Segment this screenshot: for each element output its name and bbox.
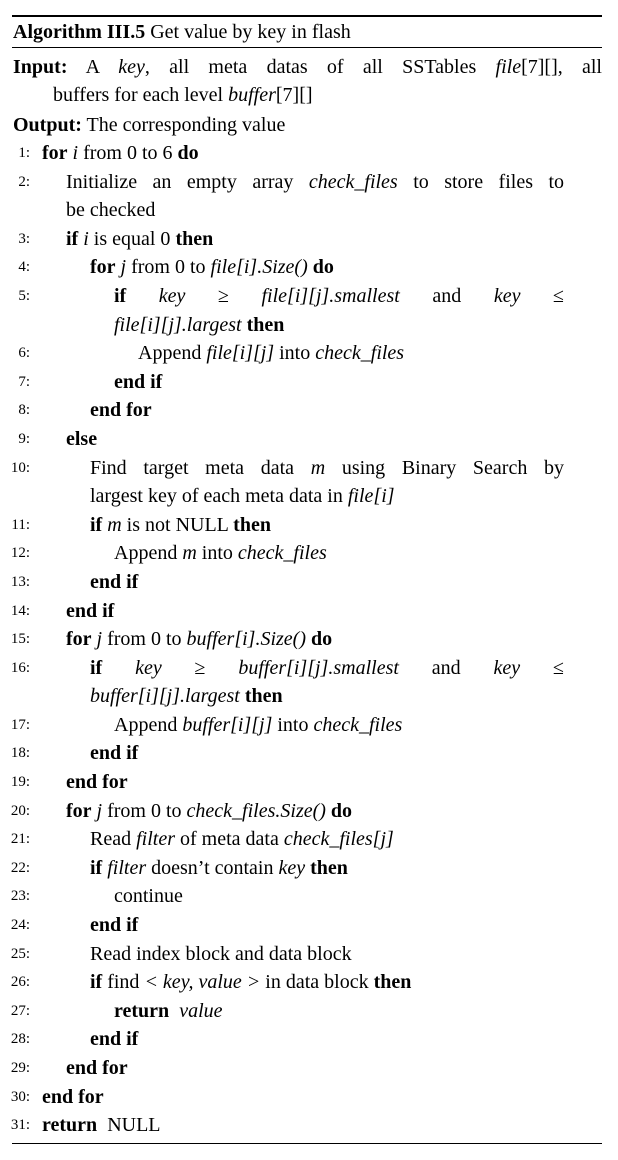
algorithm-label: Algorithm III.5 — [13, 21, 146, 43]
title-rule — [12, 47, 602, 48]
bottom-rule — [12, 1143, 602, 1144]
line-4: 4: for j from 0 to file[i].Size() do — [18, 256, 334, 279]
line-8: 8: end for — [18, 399, 152, 422]
line-24: 24: end if — [10, 914, 139, 937]
line-30: 30: end for — [10, 1085, 104, 1108]
line-27: 27: return value — [10, 999, 223, 1022]
line-10: 10: Find target meta data m using Binary … — [10, 456, 565, 508]
line-15: 15: for j from 0 to buffer[i].Size() do — [10, 628, 333, 651]
input-spec: Input: A key, all meta datas of all SSTa… — [13, 56, 602, 106]
line-12: 12: Append m into check_files — [10, 542, 327, 565]
line-3: 3: if i is equal 0 then — [18, 227, 214, 250]
line-21: 21: Read filter of meta data check_files[… — [10, 828, 394, 851]
line-19: 19: end for — [10, 771, 128, 794]
line-25: 25: Read index block and data block — [10, 942, 352, 965]
line-13: 13: end if — [10, 570, 139, 593]
output-spec: Output: The corresponding value — [13, 114, 286, 136]
line-7: 7: end if — [18, 370, 163, 393]
line-5: 5: if key ≥ file[i][j].smallest and key ≤… — [18, 284, 564, 336]
line-26: 26: if find < key, value > in data block … — [10, 971, 412, 994]
algorithm-name: Get value by key in flash — [150, 21, 351, 43]
line-14: 14: end if — [10, 599, 115, 622]
line-28: 28: end if — [10, 1028, 139, 1051]
line-11: 11: if m is not NULL then — [11, 513, 271, 536]
line-23: 23: continue — [10, 885, 183, 908]
algorithm-body: 1: for i from 0 to 6 do 2: Initialize an e… — [0, 139, 618, 1140]
top-rule — [12, 15, 602, 17]
line-6: 6: Append file[i][j] into check_files — [18, 342, 405, 365]
line-22: 22: if filter doesn’t contain key then — [10, 856, 348, 879]
line-16: 16: if key ≥ buffer[i][j].smallest and ke… — [10, 656, 564, 708]
line-1: 1: for i from 0 to 6 do — [18, 142, 199, 164]
line-29: 29: end for — [10, 1057, 128, 1079]
line-2: 2: Initialize an empty array check_files … — [18, 170, 564, 222]
line-9: 9: else — [18, 427, 98, 450]
line-31: 31: return NULL — [10, 1114, 161, 1137]
algorithm-title: Algorithm III.5 Get value by key in flas… — [13, 18, 351, 46]
line-20: 20: for j from 0 to check_files.Size() do — [10, 799, 353, 822]
line-17: 17: Append buffer[i][j] into check_files — [10, 713, 403, 736]
line-18: 18: end if — [10, 742, 139, 765]
